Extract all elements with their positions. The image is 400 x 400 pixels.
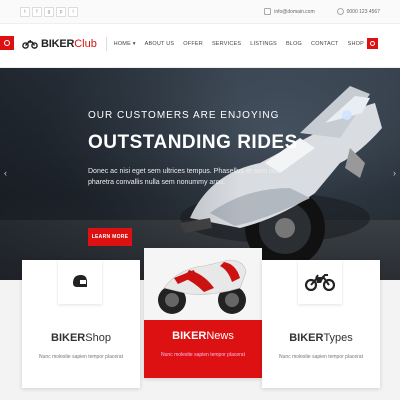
sport-bike-image <box>144 248 262 320</box>
social-links: t f g p i <box>20 7 78 17</box>
nav-contact[interactable]: CONTACT <box>311 41 339 47</box>
nav-home[interactable]: HOME ▾ <box>114 41 136 47</box>
motorcycle-icon <box>305 274 335 291</box>
hero-subtitle: OUR CUSTOMERS ARE ENJOYING <box>88 110 280 121</box>
phone-icon <box>336 8 344 15</box>
card-title: BIKERNews <box>172 330 234 342</box>
email-link[interactable]: info@domain.com <box>274 9 314 15</box>
feature-card-news[interactable]: BIKERNews Nunc molestie sapien tempor pl… <box>144 248 262 378</box>
hero-description: Donec ac nisi eget sem ultrices tempus. … <box>88 168 281 186</box>
twitter-icon[interactable]: t <box>20 7 30 17</box>
card-title: BIKERTypes <box>289 332 353 344</box>
logo-accent-text: Club <box>74 38 97 50</box>
motorcycle-photo <box>144 248 262 320</box>
contact-info: info@domain.com 0000 123 4567 <box>264 8 380 15</box>
facebook-icon[interactable]: f <box>32 7 42 17</box>
settings-toggle[interactable] <box>0 36 14 50</box>
site-header: BIKER Club HOME ▾ ABOUT US OFFER SERVICE… <box>0 24 400 68</box>
motorcycle-icon-box <box>298 260 342 304</box>
page: t f g p i info@domain.com 0000 123 4567 … <box>0 0 400 400</box>
mail-icon <box>264 8 272 15</box>
card-text: Nunc molestie sapien tempor placerat <box>279 354 363 360</box>
learn-more-button[interactable]: LEARN MORE <box>88 228 132 246</box>
phone-number[interactable]: 0000 123 4567 <box>347 9 380 15</box>
google-plus-icon[interactable]: g <box>44 7 54 17</box>
instagram-icon[interactable]: i <box>68 7 78 17</box>
nav-about[interactable]: ABOUT US <box>145 41 175 47</box>
chevron-down-icon: ▾ <box>132 41 136 47</box>
nav-services[interactable]: SERVICES <box>212 41 241 47</box>
helmet-icon-box <box>58 260 102 304</box>
card-text: Nunc molestie sapien tempor placerat <box>39 354 123 360</box>
hero-title: OUTSTANDING RIDES <box>88 132 298 153</box>
feature-card-shop[interactable]: BIKERShop Nunc molestie sapien tempor pl… <box>22 260 140 388</box>
search-button[interactable] <box>367 38 378 49</box>
slider-prev-arrow[interactable]: ‹ <box>4 168 7 178</box>
nav-listings[interactable]: LISTINGS <box>250 41 277 47</box>
main-nav: HOME ▾ ABOUT US OFFER SERVICES LISTINGS … <box>105 37 364 51</box>
slider-next-arrow[interactable]: › <box>393 168 396 178</box>
card-text: Nunc molestie sapien tempor placerat <box>161 352 245 358</box>
site-logo[interactable]: BIKER Club <box>22 38 97 50</box>
nav-shop[interactable]: SHOP <box>348 41 364 47</box>
top-bar: t f g p i info@domain.com 0000 123 4567 <box>0 0 400 24</box>
nav-blog[interactable]: BLOG <box>286 41 302 47</box>
pinterest-icon[interactable]: p <box>56 7 66 17</box>
gear-icon <box>4 40 10 46</box>
motorcycle-logo-icon <box>22 39 38 49</box>
search-icon <box>370 41 375 46</box>
card-title: BIKERShop <box>51 332 111 344</box>
feature-card-types[interactable]: BIKERTypes Nunc molestie sapien tempor p… <box>262 260 380 388</box>
nav-offer[interactable]: OFFER <box>183 41 203 47</box>
helmet-icon <box>73 275 87 287</box>
logo-text: BIKER <box>41 38 75 50</box>
